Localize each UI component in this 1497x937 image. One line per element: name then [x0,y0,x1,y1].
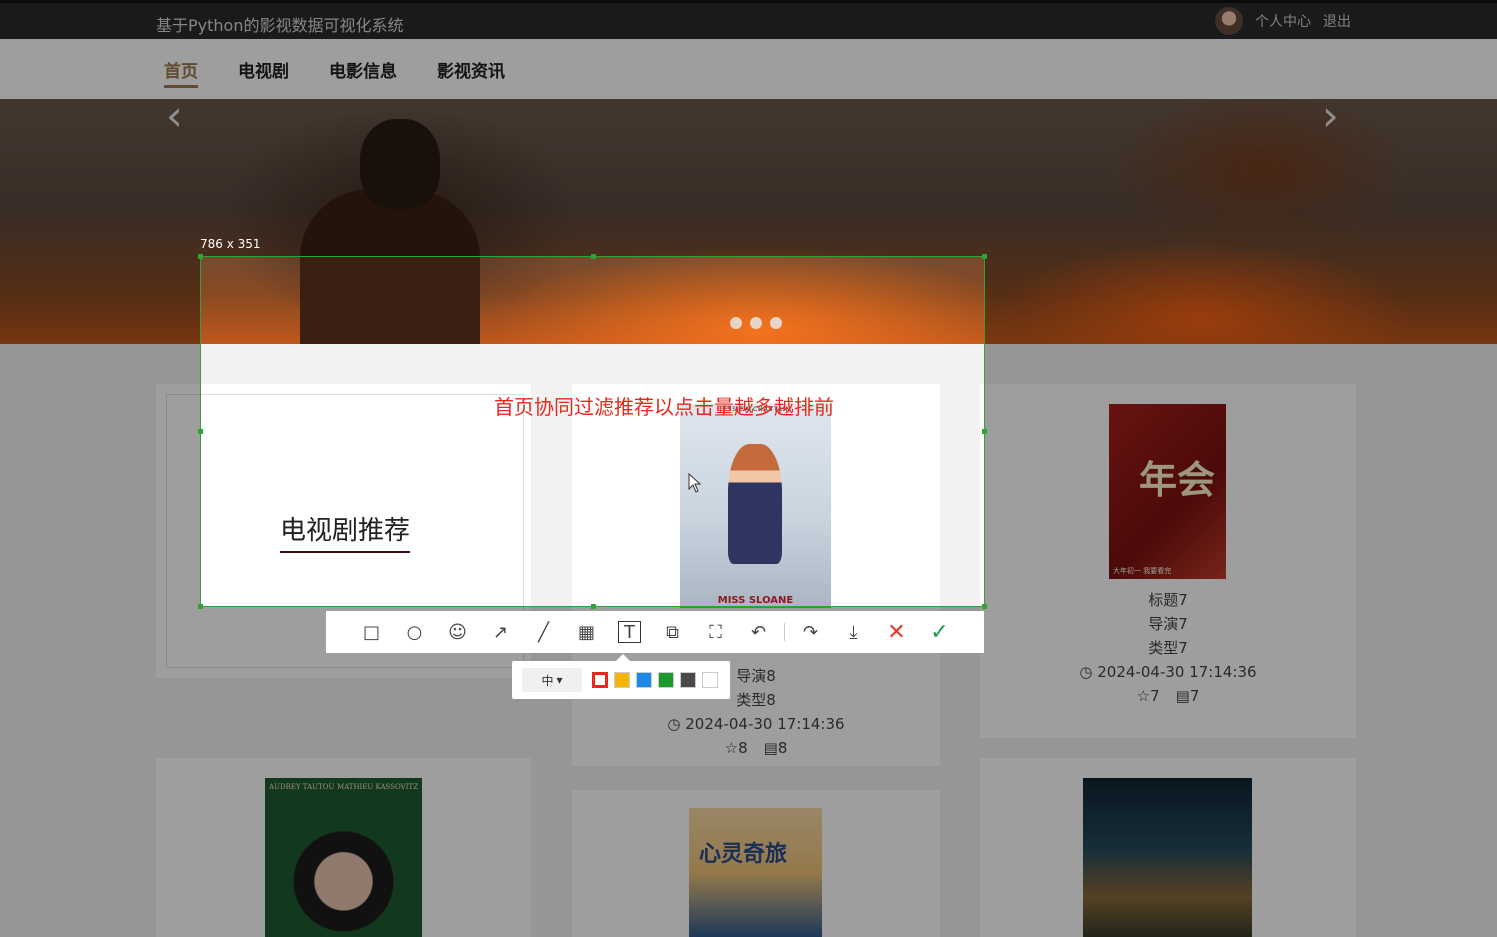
profile-link[interactable]: 个人中心 [1255,11,1311,31]
nav-item-tv[interactable]: 电视剧 [238,57,289,88]
resize-handle[interactable] [591,254,596,259]
confirm-icon[interactable]: ✓ [918,611,961,653]
banner-figure-head [360,119,440,209]
resize-handle[interactable] [198,604,203,609]
resize-handle[interactable] [982,429,987,434]
cursor-icon [688,473,702,493]
caret-down-icon: ▾ [556,673,563,687]
color-swatch-green[interactable] [658,672,674,688]
star-icon[interactable]: ☆7 [1137,684,1160,708]
font-size-select[interactable]: 中 ▾ [522,668,582,692]
download-icon[interactable]: ⤓ [832,611,875,653]
card-info: 标题7 导演7 类型7 ◷ 2024-04-30 17:14:36 ☆7 ▤7 [980,588,1356,708]
arrow-icon[interactable]: ↗ [479,611,522,653]
top-bar: 基于Python的影视数据可视化系统 个人中心 退出 [0,0,1497,39]
resize-handle[interactable] [198,429,203,434]
cancel-icon[interactable]: ✕ [875,611,918,653]
avatar[interactable] [1215,7,1243,35]
ocr-icon[interactable]: ⛶ [694,611,737,653]
poster-title: 年会 [1139,457,1216,502]
star-icon[interactable]: ☆8 [725,736,748,760]
poster-title: 心灵奇旅 [699,842,788,867]
poster-tagline: 大年初一 我要看完 [1113,567,1172,575]
chevron-right-icon[interactable]: › [1322,99,1339,140]
ellipse-icon[interactable]: ○ [393,611,436,653]
resize-handle[interactable] [198,254,203,259]
mosaic-icon[interactable]: ▦ [565,611,608,653]
color-swatch-white[interactable] [702,672,718,688]
nav-item-home[interactable]: 首页 [164,57,198,88]
font-size-value: 中 [541,673,554,688]
nav-item-news[interactable]: 影视资讯 [437,57,505,88]
resize-handle[interactable] [982,254,987,259]
color-swatch-yellow[interactable] [614,672,630,688]
site-title: 基于Python的影视数据可视化系统 [156,16,404,35]
comment-icon[interactable]: ▤8 [764,736,788,760]
logout-link[interactable]: 退出 [1323,11,1351,31]
line-icon[interactable]: ╱ [522,611,565,653]
comment-icon[interactable]: ▤7 [1176,684,1200,708]
resize-handle[interactable] [982,604,987,609]
color-swatch-blue[interactable] [636,672,652,688]
user-area: 个人中心 退出 [1215,7,1351,35]
capture-toolbar: □ ○ ☺ ↗ ╱ ▦ T ⧉ ⛶ ↶ ↷ ⤓ ✕ ✓ [326,611,984,653]
share-icon[interactable]: ↷ [789,611,832,653]
card-date: ◷ 2024-04-30 17:14:36 [667,715,845,733]
nav-item-movies[interactable]: 电影信息 [329,57,397,88]
emoji-icon[interactable]: ☺ [436,611,479,653]
copy-icon[interactable]: ⧉ [651,611,694,653]
poster-amelie[interactable]: AUDREY TAUTOU MATHIEU KASSOVITZ [265,778,422,937]
card-meta: ☆8 ▤8 [572,736,940,760]
poster-sci-fi[interactable] [1083,778,1252,937]
resize-handle[interactable] [591,604,596,609]
text-icon[interactable]: T [608,611,651,653]
color-swatch-gray[interactable] [680,672,696,688]
color-swatch-red[interactable] [592,672,608,688]
poster-soul[interactable]: 心灵奇旅 [689,808,822,937]
card-director: 导演7 [1148,615,1188,633]
chevron-left-icon[interactable]: ‹ [166,99,183,140]
card-date: ◷ 2024-04-30 17:14:36 [1079,663,1257,681]
toolbar-divider [784,623,785,641]
card-type: 类型7 [1148,639,1188,657]
card-meta: ☆7 ▤7 [980,684,1356,708]
rectangle-icon[interactable]: □ [350,611,393,653]
main-nav: 首页 电视剧 电影信息 影视资讯 [0,39,1497,99]
capture-selection[interactable] [198,254,987,609]
poster-nianhui[interactable]: 年会 大年初一 我要看完 [1109,404,1226,579]
text-style-bar: 中 ▾ [512,654,730,699]
poster-names: AUDREY TAUTOU MATHIEU KASSOVITZ [269,783,418,791]
card-title: 标题7 [1148,591,1188,609]
undo-icon[interactable]: ↶ [737,611,780,653]
annotation-text[interactable]: 首页协同过滤推荐以点击量越多越排前 [494,391,834,420]
selection-size-label: 786 x 351 [200,237,261,251]
